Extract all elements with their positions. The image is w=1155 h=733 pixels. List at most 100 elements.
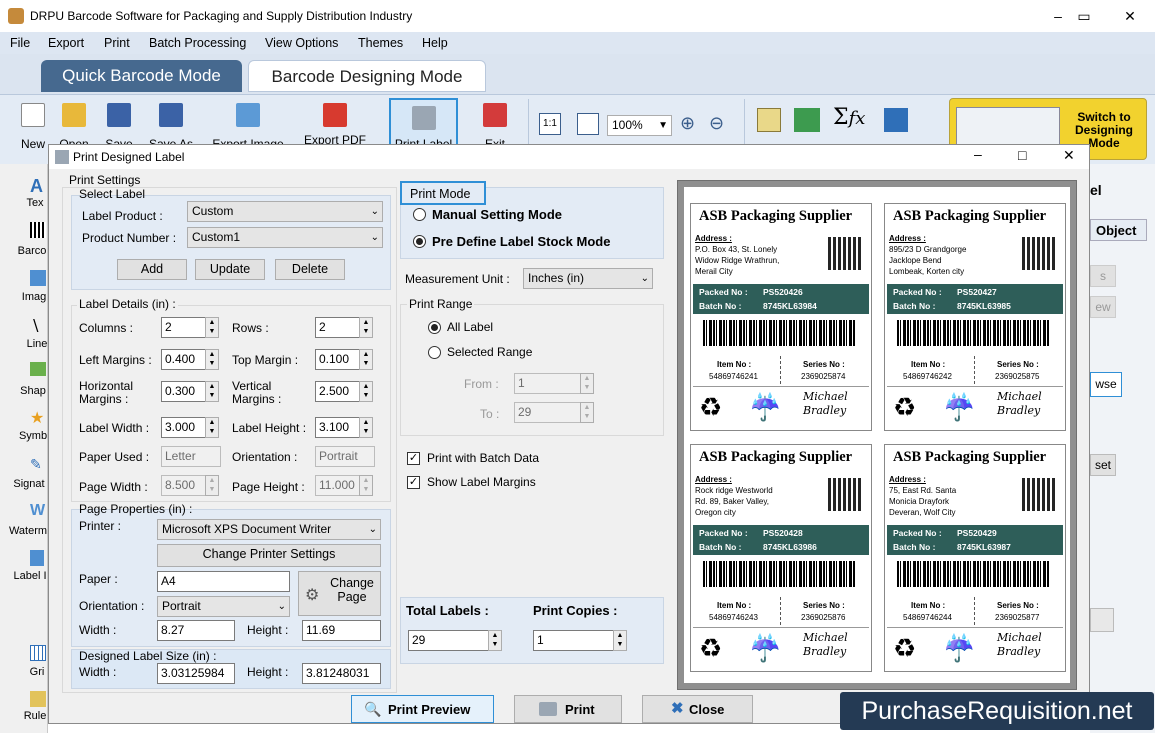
watermark-icon[interactable]: W <box>30 502 45 520</box>
predefine-mode-label[interactable]: Pre Define Label Stock Mode <box>432 234 610 249</box>
page-height-field[interactable]: 11.69 <box>302 620 381 641</box>
symbol-icon[interactable]: ★ <box>30 408 44 428</box>
label-width-spinner[interactable]: ▲ ▼ <box>205 417 219 438</box>
tool-symbol[interactable]: Symb <box>0 430 48 442</box>
formula-icon[interactable]: Σfx <box>833 105 865 130</box>
delete-button[interactable]: Delete <box>275 259 345 280</box>
add-button[interactable]: Add <box>117 259 187 280</box>
total-labels-spinner[interactable]: ▲ ▼ <box>488 630 502 651</box>
print-copies-input[interactable]: 1 <box>533 630 614 651</box>
print-copies-spinner[interactable]: ▲ ▼ <box>613 630 627 651</box>
menu-themes[interactable]: Themes <box>358 36 403 50</box>
reset-button[interactable]: set <box>1090 454 1116 476</box>
tool-shape[interactable]: Shap <box>0 385 48 397</box>
tool-ruler[interactable]: Rule <box>0 710 48 722</box>
label-product-select[interactable]: Custom ⌄ <box>187 201 383 222</box>
tool-label-info[interactable]: Label I <box>0 570 48 582</box>
menu-view-options[interactable]: View Options <box>265 36 338 50</box>
vertical-margins-input[interactable]: 2.500 <box>315 381 360 402</box>
new-button[interactable]: New <box>15 103 51 153</box>
update-button[interactable]: Update <box>195 259 265 280</box>
barcode-icon[interactable] <box>30 222 46 238</box>
vertical-margins-spinner[interactable]: ▲ ▼ <box>359 381 373 402</box>
close-icon[interactable]: ✕ <box>1063 147 1075 164</box>
label-width-input[interactable]: 3.000 <box>161 417 206 438</box>
label-info-icon[interactable] <box>30 550 44 566</box>
menu-help[interactable]: Help <box>422 36 448 50</box>
menu-print[interactable]: Print <box>104 36 130 50</box>
horizontal-margins-spinner[interactable]: ▲ ▼ <box>205 381 219 402</box>
panel-spin-fragment[interactable] <box>1090 608 1114 632</box>
ruler-icon[interactable] <box>30 691 46 707</box>
all-label-radio[interactable] <box>428 321 441 334</box>
left-margins-spinner[interactable]: ▲ ▼ <box>205 349 219 370</box>
panel-button-2[interactable]: ew <box>1090 296 1116 318</box>
batch-data-label[interactable]: Print with Batch Data <box>427 451 539 465</box>
rows-spinner[interactable]: ▲ ▼ <box>359 317 373 338</box>
tool-line[interactable]: Line <box>0 338 48 350</box>
tool-image[interactable]: Imag <box>0 291 48 303</box>
manual-mode-label[interactable]: Manual Setting Mode <box>432 207 562 222</box>
close-button[interactable]: ✖ Close <box>642 695 753 723</box>
signature-icon[interactable]: ✎ <box>30 456 42 473</box>
label-height-input[interactable]: 3.100 <box>315 417 360 438</box>
total-labels-input[interactable]: 29 <box>408 630 489 651</box>
print-button[interactable]: Print <box>514 695 622 723</box>
image-icon[interactable] <box>30 270 46 286</box>
menu-export[interactable]: Export <box>48 36 84 50</box>
show-label-margins-label[interactable]: Show Label Margins <box>427 475 536 489</box>
actual-size-icon[interactable]: 1:1 <box>539 113 561 135</box>
rows-input[interactable]: 2 <box>315 317 360 338</box>
shape-icon[interactable] <box>30 362 46 376</box>
zoom-out-icon[interactable]: ⊖ <box>709 113 724 134</box>
top-margin-input[interactable]: 0.100 <box>315 349 360 370</box>
product-number-select[interactable]: Custom1 ⌄ <box>187 227 383 248</box>
top-margin-spinner[interactable]: ▲ ▼ <box>359 349 373 370</box>
designed-height-field[interactable]: 3.81248031 <box>302 663 381 684</box>
tool-watermark[interactable]: Waterm <box>0 525 48 537</box>
selected-range-radio[interactable] <box>428 346 441 359</box>
label-height-spinner[interactable]: ▲ ▼ <box>359 417 373 438</box>
show-label-margins-checkbox[interactable]: ✓ <box>407 476 420 489</box>
zoom-in-icon[interactable]: ⊕ <box>680 113 695 134</box>
designed-width-field[interactable]: 3.03125984 <box>157 663 235 684</box>
edit-icon[interactable] <box>757 108 781 132</box>
horizontal-margins-input[interactable]: 0.300 <box>161 381 206 402</box>
grid-icon[interactable] <box>30 645 46 661</box>
printer-select[interactable]: Microsoft XPS Document Writer ⌄ <box>157 519 381 540</box>
text-icon[interactable]: A <box>30 176 43 197</box>
swap-icon[interactable] <box>884 108 908 132</box>
columns-spinner[interactable]: ▲ ▼ <box>205 317 219 338</box>
selected-range-text[interactable]: Selected Range <box>447 345 532 359</box>
page-width-field[interactable]: 8.27 <box>157 620 235 641</box>
all-label-text[interactable]: All Label <box>447 320 493 334</box>
batch-data-checkbox[interactable]: ✓ <box>407 452 420 465</box>
left-margins-input[interactable]: 0.400 <box>161 349 206 370</box>
paper-input[interactable]: A4 <box>157 571 290 592</box>
object-tab[interactable]: Object <box>1090 219 1147 241</box>
predefine-mode-radio[interactable] <box>413 235 426 248</box>
tab-barcode-designing-mode[interactable]: Barcode Designing Mode <box>248 60 486 92</box>
fit-to-window-icon[interactable] <box>577 113 599 135</box>
maximize-icon[interactable]: □ <box>1018 147 1026 163</box>
tool-signature[interactable]: Signat <box>0 478 48 490</box>
manual-mode-radio[interactable] <box>413 208 426 221</box>
menu-batch-processing[interactable]: Batch Processing <box>149 36 246 50</box>
line-icon[interactable]: ∖ <box>30 316 40 336</box>
tool-text[interactable]: Tex <box>0 197 48 209</box>
print-preview-button[interactable]: 🔍 Print Preview <box>351 695 494 723</box>
zoom-select[interactable]: 100% ▼ <box>607 115 672 136</box>
close-icon[interactable]: ✕ <box>1110 4 1150 28</box>
tool-grid[interactable]: Gri <box>0 666 48 678</box>
page-orientation-select[interactable]: Portrait ⌄ <box>157 596 290 617</box>
columns-input[interactable]: 2 <box>161 317 206 338</box>
menu-file[interactable]: File <box>10 36 30 50</box>
browse-button[interactable]: wse <box>1090 372 1122 397</box>
minimize-icon[interactable]: – <box>974 146 982 162</box>
maximize-icon[interactable]: ▭ <box>1064 4 1104 28</box>
measurement-unit-select[interactable]: Inches (in) ⌄ <box>523 268 653 289</box>
spreadsheet-icon[interactable] <box>794 108 820 132</box>
tool-barcode[interactable]: Barco <box>0 245 48 257</box>
change-printer-settings-button[interactable]: Change Printer Settings <box>157 544 381 567</box>
panel-button-1[interactable]: s <box>1090 265 1116 287</box>
